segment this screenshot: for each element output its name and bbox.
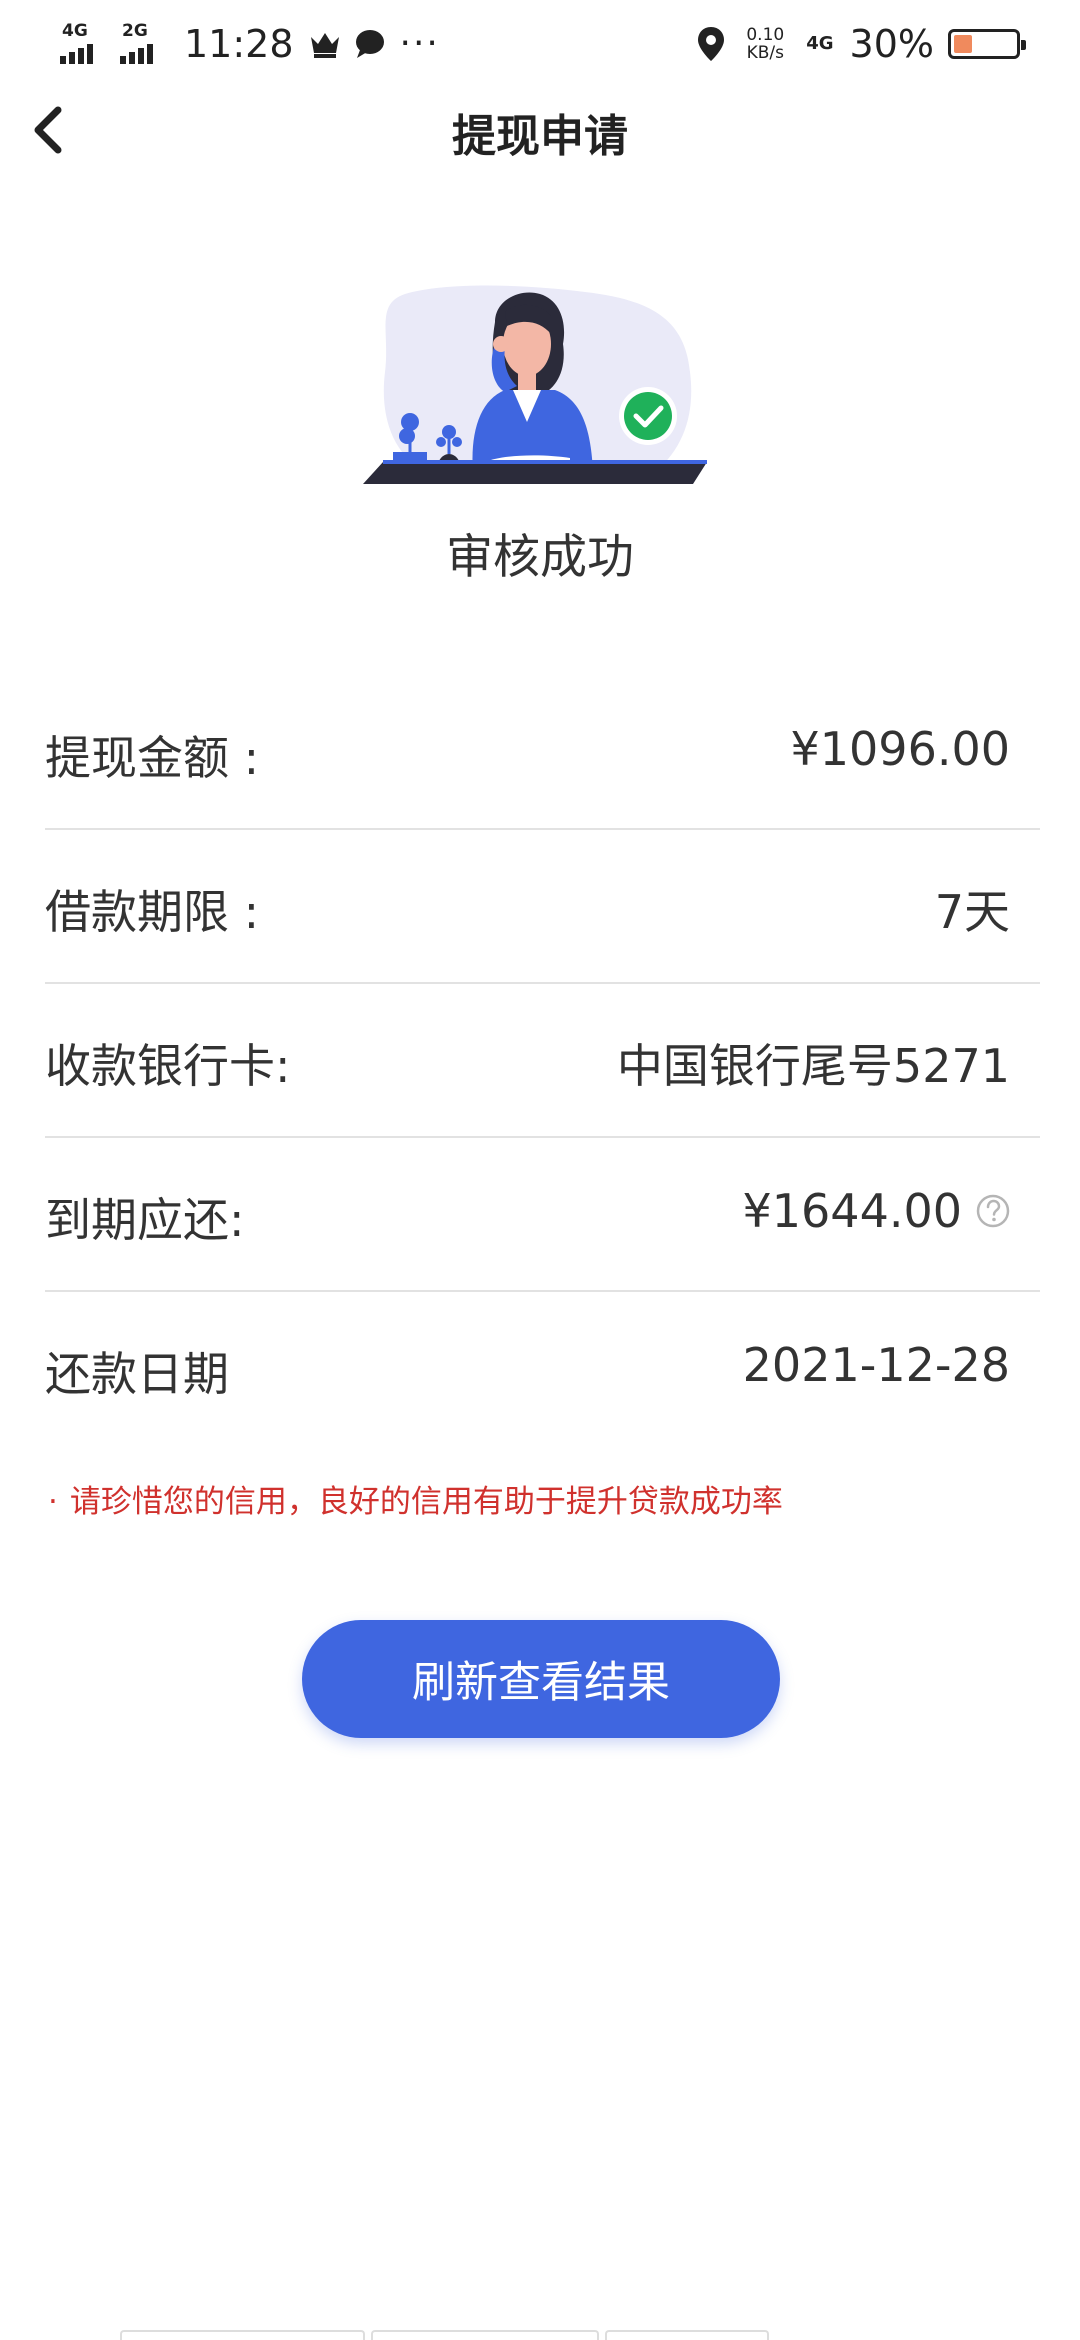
location-pin-icon: [698, 27, 725, 61]
battery-icon: [948, 29, 1026, 59]
status-bar: 4G 2G 11:28 ··· 0.10 KB/s 4G 30%: [0, 0, 1080, 84]
detail-row-term: 借款期限 : 7天: [45, 830, 1040, 984]
clock: 11:28: [184, 22, 294, 66]
network-type-1: 4G: [62, 21, 88, 41]
detail-row-repay-date: 还款日期 2021-12-28: [45, 1292, 1040, 1444]
detail-row-amount: 提现金额 : ¥1096.00: [45, 676, 1040, 830]
help-circle-icon[interactable]: [976, 1194, 1010, 1228]
row-label: 收款银行卡:: [45, 1039, 291, 1093]
detail-list: 提现金额 : ¥1096.00 借款期限 : 7天 收款银行卡: 中国银行尾号5…: [45, 676, 1040, 1444]
chat-bubble-icon: [355, 30, 384, 58]
row-value: 中国银行尾号5271: [617, 1030, 1010, 1096]
row-label: 还款日期: [45, 1347, 229, 1401]
term-value: 7天: [934, 885, 1010, 939]
row-value: ¥1644.00: [743, 1184, 1011, 1238]
more-dots-icon: ···: [399, 23, 440, 64]
network-type-3: 4G: [806, 33, 834, 54]
row-value: 7天: [935, 876, 1010, 942]
status-bar-left: 4G 2G 11:28 ···: [60, 14, 440, 74]
row-value: ¥1096.00: [791, 722, 1011, 776]
amount-value: ¥1096.00: [790, 722, 1011, 776]
due-amount-value: ¥1644.00: [742, 1184, 963, 1238]
credit-notice: · 请珍惜您的信用，良好的信用有助于提升贷款成功率: [48, 1476, 783, 1521]
network-type-2: 2G: [122, 21, 148, 41]
speed-value: 0.10: [746, 25, 785, 45]
refresh-result-button[interactable]: 刷新查看结果: [302, 1620, 780, 1738]
detail-row-bank-card: 收款银行卡: 中国银行尾号5271: [45, 984, 1040, 1138]
repay-date-value: 2021-12-28: [742, 1338, 1010, 1392]
battery-percent: 30%: [849, 22, 934, 66]
notice-bullet: ·: [48, 1484, 58, 1520]
detail-row-due-amount: 到期应还: ¥1644.00: [45, 1138, 1040, 1292]
speed-unit: KB/s: [746, 43, 784, 63]
row-value: 2021-12-28: [743, 1338, 1010, 1392]
review-status-text: 审核成功: [446, 530, 634, 585]
review-illustration: [363, 285, 707, 484]
bank-card-value: 中国银行尾号5271: [616, 1039, 1010, 1093]
network-speed: 0.10 KB/s: [746, 26, 784, 62]
crown-icon: [310, 33, 339, 58]
bottom-edge-decoration: [120, 2330, 965, 2340]
notice-text: 请珍惜您的信用，良好的信用有助于提升贷款成功率: [69, 1484, 783, 1520]
row-label: 到期应还:: [45, 1193, 245, 1247]
row-label: 借款期限 :: [45, 885, 260, 939]
nav-bar: 提现申请: [0, 84, 1080, 176]
signal-icon: 4G: [60, 22, 108, 66]
status-bar-right: 0.10 KB/s 4G 30%: [696, 14, 1026, 74]
signal-icon: 2G: [120, 22, 168, 66]
row-label: 提现金额 :: [45, 731, 260, 785]
page-title: 提现申请: [452, 111, 628, 162]
